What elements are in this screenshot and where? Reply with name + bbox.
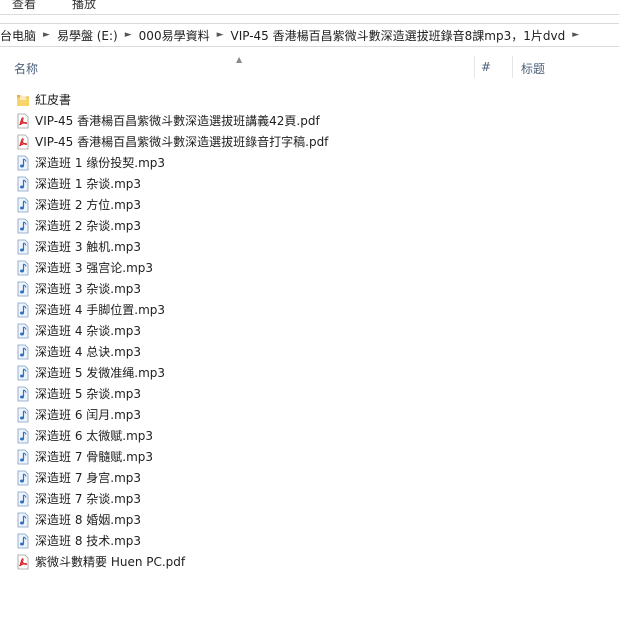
file-name: 深造班 3 杂谈.mp3 <box>35 282 142 296</box>
file-name: VIP-45 香港楊百昌紫微斗數深造選拔班講義42頁.pdf <box>35 114 320 128</box>
file-row[interactable]: 深造班 4 总诀.mp3 <box>0 342 619 363</box>
column-header-number[interactable]: # <box>481 60 491 74</box>
file-row[interactable]: 深造班 1 杂谈.mp3 <box>0 174 619 195</box>
file-row[interactable]: 深造班 3 杂谈.mp3 <box>0 279 619 300</box>
file-row[interactable]: 深造班 5 发微准绳.mp3 <box>0 363 619 384</box>
file-name: 深造班 7 骨髓赋.mp3 <box>35 450 154 464</box>
file-row[interactable]: 深造班 1 缘份投契.mp3 <box>0 153 619 174</box>
chevron-right-icon[interactable]: ► <box>214 30 227 40</box>
audio-file-icon <box>16 155 30 171</box>
file-row[interactable]: 深造班 4 杂谈.mp3 <box>0 321 619 342</box>
file-name: 深造班 4 杂谈.mp3 <box>35 324 142 338</box>
audio-file-icon <box>16 218 30 234</box>
column-header-name[interactable]: 名称 <box>14 60 38 77</box>
file-row[interactable]: 深造班 6 太微赋.mp3 <box>0 426 619 447</box>
sort-ascending-icon: ▲ <box>236 55 243 64</box>
file-row[interactable]: 深造班 8 技术.mp3 <box>0 531 619 552</box>
audio-file-icon <box>16 239 30 255</box>
file-row[interactable]: 深造班 2 方位.mp3 <box>0 195 619 216</box>
column-divider[interactable] <box>512 56 513 78</box>
pdf-file-icon <box>16 134 30 150</box>
audio-file-icon <box>16 365 30 381</box>
chevron-right-icon[interactable]: ► <box>569 30 582 40</box>
audio-file-icon <box>16 449 30 465</box>
audio-file-icon <box>16 344 30 360</box>
audio-file-icon <box>16 302 30 318</box>
file-row[interactable]: 深造班 2 杂谈.mp3 <box>0 216 619 237</box>
file-name: 紅皮書 <box>35 93 72 107</box>
tab-view[interactable]: 查看 <box>12 0 36 13</box>
file-row[interactable]: 深造班 3 强宫论.mp3 <box>0 258 619 279</box>
file-name: 深造班 4 总诀.mp3 <box>35 345 142 359</box>
file-row[interactable]: 紅皮書 <box>0 90 619 111</box>
file-name: 深造班 1 杂谈.mp3 <box>35 177 142 191</box>
breadcrumb: 台电脑 ► 易學盤 (E:) ► 000易學資料 ► VIP-45 香港楊百昌紫… <box>0 24 582 46</box>
file-row[interactable]: 深造班 8 婚姻.mp3 <box>0 510 619 531</box>
file-name: 深造班 1 缘份投契.mp3 <box>35 156 166 170</box>
breadcrumb-drive-e[interactable]: 易學盤 (E:) <box>53 27 122 44</box>
file-name: 深造班 8 婚姻.mp3 <box>35 513 142 527</box>
file-row[interactable]: 深造班 7 杂谈.mp3 <box>0 489 619 510</box>
folder-icon <box>16 92 30 108</box>
file-row[interactable]: 深造班 7 身宫.mp3 <box>0 468 619 489</box>
file-name: 深造班 4 手脚位置.mp3 <box>35 303 166 317</box>
audio-file-icon <box>16 197 30 213</box>
column-divider[interactable] <box>474 56 475 78</box>
file-row[interactable]: VIP-45 香港楊百昌紫微斗數深造選拔班講義42頁.pdf <box>0 111 619 132</box>
breadcrumb-this-pc[interactable]: 台电脑 <box>0 27 40 44</box>
file-name: 深造班 5 杂谈.mp3 <box>35 387 142 401</box>
file-name: 深造班 6 闰月.mp3 <box>35 408 142 422</box>
chevron-right-icon[interactable]: ► <box>122 30 135 40</box>
audio-file-icon <box>16 281 30 297</box>
file-name: 深造班 8 技术.mp3 <box>35 534 142 548</box>
file-name: VIP-45 香港楊百昌紫微斗數深造選拔班錄音打字稿.pdf <box>35 135 329 149</box>
file-name: 深造班 7 身宫.mp3 <box>35 471 142 485</box>
file-name: 深造班 3 强宫论.mp3 <box>35 261 154 275</box>
file-row[interactable]: 深造班 3 触机.mp3 <box>0 237 619 258</box>
file-row[interactable]: 深造班 7 骨髓赋.mp3 <box>0 447 619 468</box>
file-name: 深造班 5 发微准绳.mp3 <box>35 366 166 380</box>
breadcrumb-folder-000[interactable]: 000易學資料 <box>135 27 214 44</box>
file-name: 深造班 2 杂谈.mp3 <box>35 219 142 233</box>
audio-file-icon <box>16 386 30 402</box>
audio-file-icon <box>16 323 30 339</box>
address-bar[interactable]: 台电脑 ► 易學盤 (E:) ► 000易學資料 ► VIP-45 香港楊百昌紫… <box>0 23 619 47</box>
file-name: 深造班 7 杂谈.mp3 <box>35 492 142 506</box>
audio-file-icon <box>16 491 30 507</box>
audio-file-icon <box>16 407 30 423</box>
pdf-file-icon <box>16 554 30 570</box>
column-header-title[interactable]: 标题 <box>521 60 545 77</box>
chevron-right-icon[interactable]: ► <box>40 30 53 40</box>
ribbon-tabs: 查看 播放 <box>0 0 619 14</box>
audio-file-icon <box>16 533 30 549</box>
audio-file-icon <box>16 512 30 528</box>
audio-file-icon <box>16 176 30 192</box>
file-row[interactable]: 深造班 6 闰月.mp3 <box>0 405 619 426</box>
pdf-file-icon <box>16 113 30 129</box>
file-name: 深造班 2 方位.mp3 <box>35 198 142 212</box>
audio-file-icon <box>16 470 30 486</box>
file-name: 深造班 6 太微赋.mp3 <box>35 429 154 443</box>
file-row[interactable]: VIP-45 香港楊百昌紫微斗數深造選拔班錄音打字稿.pdf <box>0 132 619 153</box>
column-headers: ▲ 名称 # 标题 <box>0 52 619 82</box>
ribbon-divider <box>0 14 619 15</box>
file-name: 深造班 3 触机.mp3 <box>35 240 142 254</box>
tab-play[interactable]: 播放 <box>72 0 96 13</box>
file-row[interactable]: 紫微斗數精要 Huen PC.pdf <box>0 552 619 573</box>
audio-file-icon <box>16 428 30 444</box>
file-name: 紫微斗數精要 Huen PC.pdf <box>35 555 186 569</box>
audio-file-icon <box>16 260 30 276</box>
breadcrumb-current-folder[interactable]: VIP-45 香港楊百昌紫微斗數深造選拔班錄音8課mp3，1片dvd <box>227 27 570 44</box>
file-row[interactable]: 深造班 4 手脚位置.mp3 <box>0 300 619 321</box>
file-row[interactable]: 深造班 5 杂谈.mp3 <box>0 384 619 405</box>
